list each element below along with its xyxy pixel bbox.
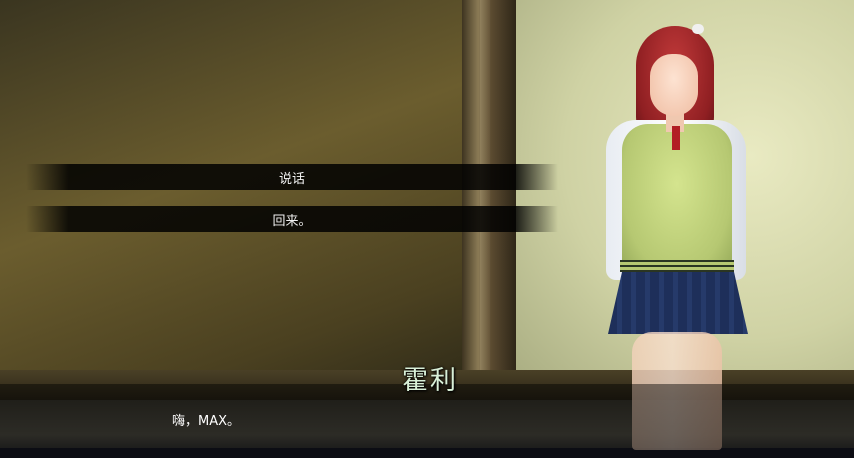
choice-back[interactable]: 回来。 xyxy=(26,206,558,232)
door-frame xyxy=(462,0,516,390)
character-skirt xyxy=(608,272,748,334)
choice-back-label: 回来。 xyxy=(272,213,312,229)
vest-band xyxy=(620,260,734,272)
speaker-name: 霍利 xyxy=(402,366,459,396)
character-tie xyxy=(672,126,680,150)
classroom-board-background xyxy=(0,0,470,390)
character-face xyxy=(650,54,698,116)
choice-talk[interactable]: 说话 xyxy=(26,164,558,190)
hair-accessory xyxy=(692,24,704,34)
dialogue-text: 嗨，MAX。 xyxy=(172,414,241,429)
choice-talk-label: 说话 xyxy=(278,171,305,187)
